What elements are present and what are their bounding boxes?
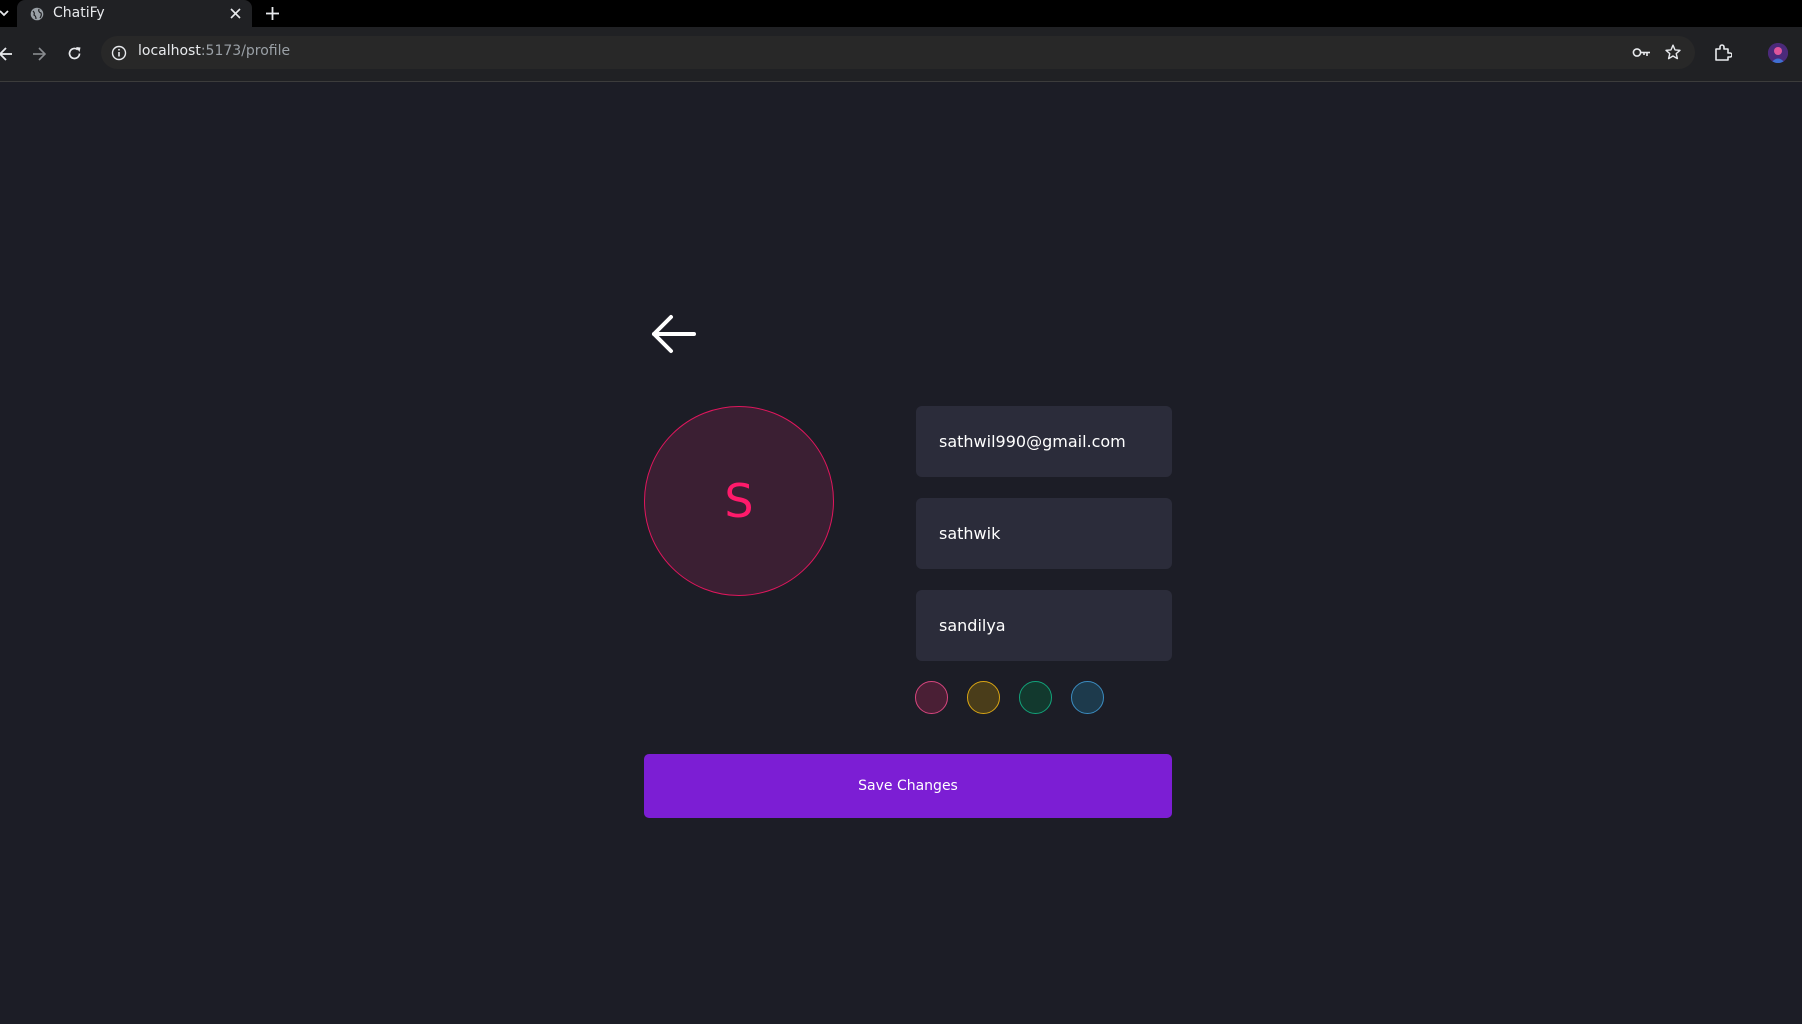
browser-tab[interactable]: ChatiFy [17,0,252,27]
reload-icon[interactable] [67,46,82,61]
close-icon[interactable] [230,8,241,19]
back-arrow-icon[interactable] [0,47,12,61]
avatar-initial: S [724,474,754,528]
site-info-icon[interactable] [111,45,127,61]
profile-picture-icon [1768,43,1788,63]
profile-page: S Save Changes [0,82,1802,1024]
browser-tab-strip: ChatiFy [0,0,1802,27]
first-name-field[interactable] [916,498,1172,569]
arrow-left-icon[interactable] [650,314,696,354]
star-icon[interactable] [1665,44,1681,60]
globe-icon [30,7,44,21]
email-field[interactable] [916,406,1172,477]
color-option-yellow[interactable] [967,681,1000,714]
browser-profile-avatar[interactable] [1768,43,1788,63]
extensions-icon[interactable] [1714,44,1732,62]
save-changes-button[interactable]: Save Changes [644,754,1172,818]
forward-arrow-icon[interactable] [32,47,46,61]
profile-avatar[interactable]: S [644,406,834,596]
last-name-field[interactable] [916,590,1172,661]
color-option-pink[interactable] [915,681,948,714]
url-path: :5173/profile [200,43,291,59]
color-option-green[interactable] [1019,681,1052,714]
color-option-blue[interactable] [1071,681,1104,714]
tab-title: ChatiFy [53,5,105,21]
tab-search-chevron-icon[interactable] [0,6,10,20]
key-icon[interactable] [1632,46,1651,59]
url-host: localhost [138,43,201,59]
new-tab-plus-icon[interactable] [266,7,279,20]
browser-toolbar: localhost:5173/profile [0,27,1802,82]
address-bar[interactable]: localhost:5173/profile [101,36,1695,69]
url-text[interactable]: localhost:5173/profile [138,43,290,59]
